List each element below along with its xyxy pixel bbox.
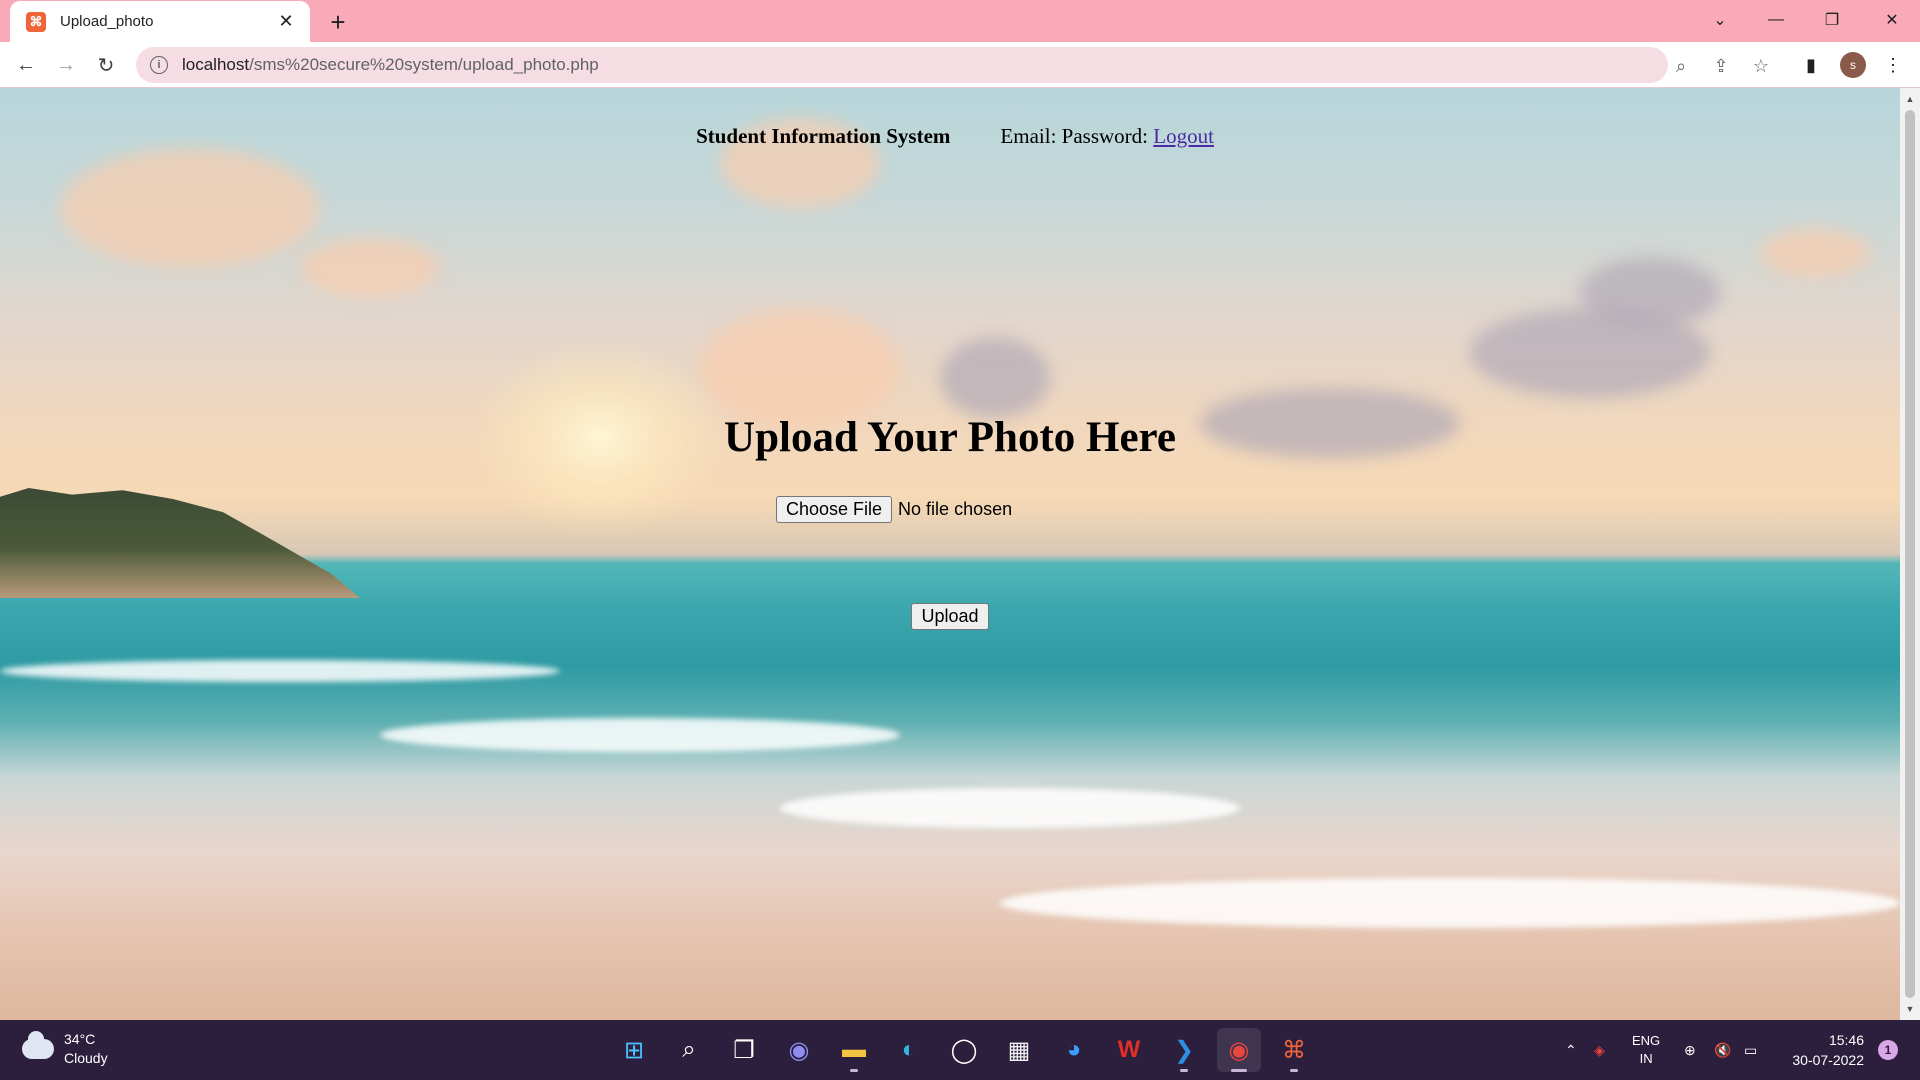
browser-icon[interactable]: ◕ <box>1052 1028 1096 1072</box>
github-icon[interactable]: ◯ <box>942 1028 986 1072</box>
xampp-favicon-icon: ⌘ <box>26 11 46 32</box>
start-icon[interactable]: ⊞ <box>612 1028 656 1072</box>
side-panel-icon[interactable]: ▮ <box>1800 54 1822 76</box>
menu-kebab-icon[interactable]: ⋮ <box>1882 54 1904 76</box>
chrome-icon[interactable]: ◉ <box>1217 1028 1261 1072</box>
browser-toolbar: ← → ↻ i localhost/sms%20secure%20system/… <box>0 42 1920 88</box>
vscode-icon[interactable]: ❯ <box>1162 1028 1206 1072</box>
weather-text: Cloudy <box>64 1050 108 1066</box>
logout-link[interactable]: Logout <box>1153 124 1214 149</box>
taskbar-apps: ⊞ ⌕ ❐ ◉ ▬ ◐ ◯ ▦ ◕ W ❯ ◉ ⌘ <box>612 1028 1327 1072</box>
choose-file-button[interactable]: Choose File <box>776 496 893 523</box>
profile-avatar[interactable]: s <box>1840 52 1866 78</box>
upload-row: Upload <box>0 603 1900 630</box>
cloud-icon <box>22 1031 54 1059</box>
chat-icon[interactable]: ◉ <box>777 1028 821 1072</box>
back-arrow-icon[interactable]: ← <box>10 49 42 81</box>
scroll-down-arrow-icon[interactable]: ▼ <box>1900 1000 1920 1018</box>
tray-app-icon[interactable]: ◈ <box>1594 1020 1605 1080</box>
zoom-icon[interactable]: ⌕ <box>1670 55 1692 77</box>
browser-titlebar: ⌘ Upload_photo ✕ + ⌄ — ❐ ✕ <box>0 0 1920 42</box>
notification-badge[interactable]: 1 <box>1878 1040 1898 1060</box>
wps-office-icon[interactable]: W <box>1107 1028 1151 1072</box>
minimize-button[interactable]: — <box>1748 0 1804 40</box>
battery-icon[interactable]: ▭ <box>1744 1020 1757 1080</box>
scroll-up-arrow-icon[interactable]: ▲ <box>1900 90 1920 108</box>
forward-arrow-icon[interactable]: → <box>50 49 82 81</box>
new-tab-button[interactable]: + <box>322 6 354 38</box>
credentials-text: Email: Password: <box>1000 124 1148 148</box>
language-primary: ENG <box>1632 1033 1661 1048</box>
bookmark-star-icon[interactable]: ☆ <box>1750 55 1772 77</box>
clock-date: 30-07-2022 <box>1792 1052 1864 1068</box>
browser-tab-active[interactable]: ⌘ Upload_photo ✕ <box>10 1 310 42</box>
upload-heading: Upload Your Photo Here <box>724 414 1176 461</box>
scrollbar-thumb[interactable] <box>1905 110 1915 998</box>
network-globe-icon[interactable]: ⊕ <box>1684 1020 1696 1080</box>
url-host: localhost <box>182 55 250 74</box>
address-bar[interactable]: i localhost/sms%20secure%20system/upload… <box>136 47 1769 83</box>
task-view-icon[interactable]: ❐ <box>722 1028 766 1072</box>
brand-title: Student Information System <box>696 124 951 148</box>
close-tab-icon[interactable]: ✕ <box>274 11 298 32</box>
edge-icon[interactable]: ◐ <box>887 1028 931 1072</box>
file-status-text: No file chosen <box>898 499 1013 519</box>
windows-taskbar: 34°C Cloudy ⊞ ⌕ ❐ ◉ ▬ ◐ ◯ ▦ ◕ W ❯ ◉ ⌘ ⌃ … <box>0 1020 1920 1080</box>
url-text[interactable]: localhost/sms%20secure%20system/upload_p… <box>182 55 599 75</box>
restore-button[interactable]: ❐ <box>1804 0 1860 40</box>
reload-icon[interactable]: ↻ <box>90 49 122 81</box>
xampp-icon[interactable]: ⌘ <box>1272 1028 1316 1072</box>
page-viewport: Student Information System Email: Passwo… <box>0 88 1900 1020</box>
site-info-icon[interactable]: i <box>150 56 168 74</box>
close-window-button[interactable]: ✕ <box>1864 0 1920 40</box>
upload-button[interactable]: Upload <box>911 603 989 630</box>
system-clock[interactable]: 15:46 30-07-2022 <box>1780 1030 1864 1070</box>
page-header: Student Information System Email: Passwo… <box>0 124 1900 149</box>
tab-search-chevron-icon[interactable]: ⌄ <box>1692 0 1748 40</box>
weather-widget[interactable]: 34°C Cloudy <box>22 1030 108 1068</box>
clock-time: 15:46 <box>1828 1032 1864 1048</box>
search-icon[interactable]: ⌕ <box>667 1028 711 1072</box>
temperature-text: 34°C <box>64 1031 96 1047</box>
show-hidden-icons-chevron-icon[interactable]: ⌃ <box>1565 1020 1577 1080</box>
language-indicator[interactable]: ENG IN <box>1632 1020 1660 1080</box>
file-explorer-icon[interactable]: ▬ <box>832 1028 876 1072</box>
volume-muted-icon[interactable]: 🔇 <box>1714 1020 1731 1080</box>
tab-title: Upload_photo <box>60 13 154 30</box>
page-scrollbar[interactable]: ▲ ▼ <box>1900 88 1920 1020</box>
share-icon[interactable]: ⇪ <box>1710 55 1732 77</box>
url-path: /sms%20secure%20system/upload_photo.php <box>249 55 599 74</box>
store-icon[interactable]: ▦ <box>997 1028 1041 1072</box>
file-input[interactable]: Choose File No file chosen <box>776 496 1012 523</box>
language-secondary: IN <box>1639 1051 1653 1066</box>
